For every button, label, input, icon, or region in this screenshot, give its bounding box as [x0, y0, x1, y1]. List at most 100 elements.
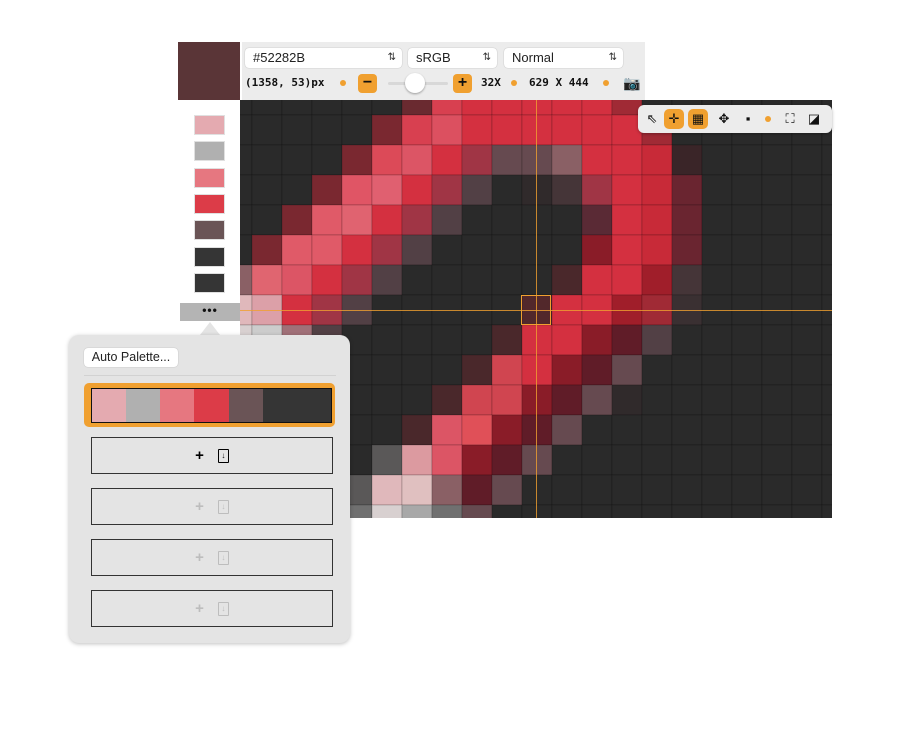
pixel-cell [581, 414, 613, 446]
pixel-cell [671, 324, 703, 356]
pixel-cell [341, 174, 373, 206]
pixel-cell [281, 144, 313, 176]
import-file-icon[interactable]: ↓ [217, 500, 229, 515]
blend-mode-select[interactable]: Normal ⇅ [504, 48, 623, 68]
move-icon[interactable]: ✥ [714, 109, 734, 129]
palette-color [228, 389, 263, 422]
zoom-out-button[interactable]: − [358, 74, 377, 93]
pointer-icon[interactable]: ⇖ [642, 109, 662, 129]
pixel-cell [761, 384, 793, 416]
color-space-select[interactable]: sRGB ⇅ [408, 48, 497, 68]
add-icon[interactable]: + [195, 549, 204, 566]
pixel-cell [431, 384, 463, 416]
pixel-cell [791, 384, 823, 416]
color-swatch[interactable] [195, 247, 224, 266]
zoom-in-button[interactable]: + [453, 74, 472, 93]
camera-icon[interactable]: 📷 [623, 75, 640, 92]
pixel-cell [761, 504, 793, 518]
pixel-cell [461, 204, 493, 236]
separator-dot [511, 80, 517, 86]
add-icon[interactable]: + [195, 447, 204, 464]
pixel-cell [551, 324, 583, 356]
color-swatch[interactable] [195, 142, 224, 161]
pixel-cell [521, 144, 553, 176]
pixel-cell [731, 144, 763, 176]
chevron-updown-icon: ⇅ [608, 52, 617, 63]
color-swatch[interactable] [195, 116, 224, 134]
add-icon[interactable]: + [195, 498, 204, 515]
frame-icon[interactable]: ⛶ [780, 109, 800, 129]
auto-palette-button[interactable]: Auto Palette... [84, 348, 178, 367]
more-button[interactable]: ••• [180, 303, 240, 321]
color-swatch[interactable] [195, 273, 224, 292]
pixel-cell [371, 324, 403, 356]
pixel-cell [281, 264, 313, 296]
pixel-cell [401, 204, 433, 236]
pixel-cell [461, 264, 493, 296]
color-swatch[interactable] [195, 168, 224, 187]
palette-slot[interactable]: + ↓ [91, 590, 333, 627]
add-icon[interactable]: + [195, 600, 204, 617]
pixel-cell [521, 324, 553, 356]
import-file-icon[interactable]: ↓ [217, 602, 229, 617]
pixel-cell [551, 504, 583, 518]
palette-slot[interactable]: + ↓ [91, 437, 333, 474]
pixel-cell [671, 444, 703, 476]
pixel-cell [431, 204, 463, 236]
palette-popover: Auto Palette... + ↓ + ↓ + ↓ + ↓ [69, 335, 350, 643]
hex-select[interactable]: #52282B ⇅ [245, 48, 402, 68]
color-swatch[interactable] [195, 221, 224, 240]
pixel-cell [551, 384, 583, 416]
pixel-cell [431, 144, 463, 176]
pixel-cell [761, 174, 793, 206]
palette-color [92, 389, 127, 422]
import-file-icon[interactable]: ↓ [217, 551, 229, 566]
pixel-cell [641, 234, 673, 266]
pixel-cell [551, 264, 583, 296]
separator-dot [340, 80, 346, 86]
pixel-cell [791, 234, 823, 266]
tiles-icon[interactable]: ▪ [738, 109, 758, 129]
pixel-cell [521, 444, 553, 476]
grid-icon[interactable]: ▦ [688, 109, 708, 129]
pixel-cell [671, 504, 703, 518]
pixel-cell [611, 414, 643, 446]
pixel-cell [401, 234, 433, 266]
pixel-cell [641, 504, 673, 518]
pixel-cell [341, 204, 373, 236]
palette-slot[interactable]: + ↓ [91, 488, 333, 525]
pixel-cell [611, 174, 643, 206]
pixel-cell [401, 100, 433, 116]
color-swatch[interactable] [195, 194, 224, 213]
pixel-cell [491, 324, 523, 356]
pixel-cell [611, 234, 643, 266]
layers-icon[interactable]: ◪ [804, 109, 824, 129]
pixel-cell [371, 204, 403, 236]
pixel-cell [521, 174, 553, 206]
pixel-cell [461, 324, 493, 356]
import-file-icon[interactable]: ↓ [217, 449, 229, 464]
pixel-cell [371, 444, 403, 476]
pixel-cell [551, 474, 583, 506]
pixel-cell [491, 384, 523, 416]
blend-mode-value: Normal [512, 50, 554, 65]
current-color-swatch[interactable] [178, 42, 240, 100]
pixel-cell [791, 174, 823, 206]
pixel-cell [401, 384, 433, 416]
pixel-cell [521, 100, 553, 116]
pixel-cell [791, 414, 823, 446]
pixel-cell [641, 414, 673, 446]
pixel-cell [240, 114, 253, 146]
selected-palette[interactable] [84, 383, 335, 427]
pixel-cell [240, 174, 253, 206]
pixel-cell [551, 204, 583, 236]
pixel-cell [581, 354, 613, 386]
zoom-slider-knob[interactable] [405, 73, 425, 93]
pixel-cell [251, 174, 283, 206]
palette-slot[interactable]: + ↓ [91, 539, 333, 576]
crosshair-icon[interactable]: ✛ [664, 109, 684, 129]
pixel-cell [641, 474, 673, 506]
pixel-cell [251, 264, 283, 296]
pixel-cell [581, 100, 613, 116]
pixel-cell [641, 324, 673, 356]
